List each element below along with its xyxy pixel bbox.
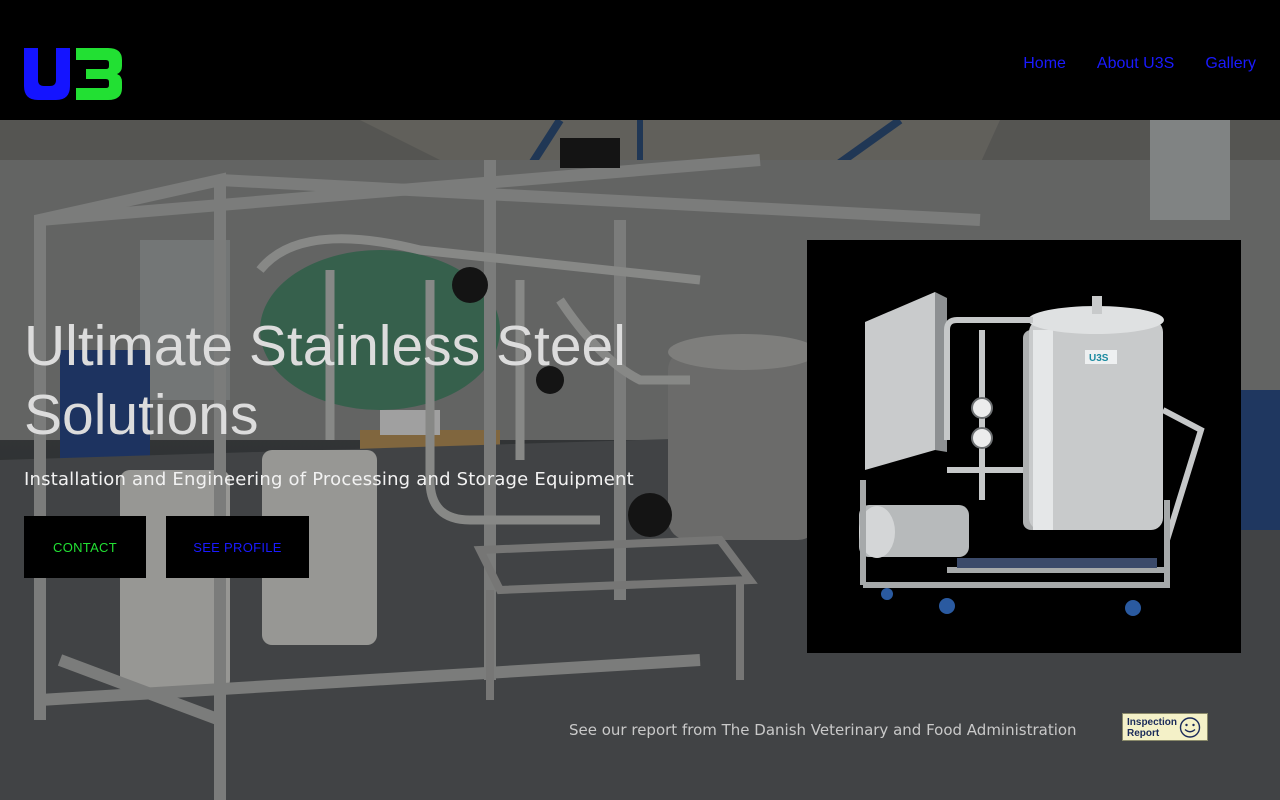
contact-button[interactable]: CONTACT bbox=[24, 516, 146, 578]
inspection-report-label: Inspection Report bbox=[1127, 717, 1178, 739]
hero-subheadline: Installation and Engineering of Processi… bbox=[24, 469, 634, 490]
nav-about-link[interactable]: About U3S bbox=[1097, 54, 1174, 74]
svg-text:U3S: U3S bbox=[1089, 353, 1109, 364]
hero-section: Ultimate Stainless Steel Solutions Insta… bbox=[0, 120, 1280, 800]
see-profile-button[interactable]: SEE PROFILE bbox=[166, 516, 309, 578]
site-header: Home About U3S Gallery bbox=[0, 0, 1280, 120]
smiley-icon bbox=[1179, 717, 1201, 738]
u3s-logo-icon bbox=[24, 48, 122, 100]
inspection-report-badge[interactable]: Inspection Report bbox=[1122, 713, 1208, 741]
nav-home-link[interactable]: Home bbox=[1023, 54, 1066, 74]
inspection-report-text: See our report from The Danish Veterinar… bbox=[569, 721, 1077, 739]
product-image-panel: U3S bbox=[807, 240, 1241, 653]
stainless-skid-product-image: U3S bbox=[807, 240, 1241, 653]
nav-gallery-link[interactable]: Gallery bbox=[1205, 54, 1256, 74]
site-logo[interactable] bbox=[24, 46, 122, 102]
main-nav: Home About U3S Gallery bbox=[1023, 54, 1256, 74]
hero-headline: Ultimate Stainless Steel Solutions bbox=[24, 314, 626, 447]
